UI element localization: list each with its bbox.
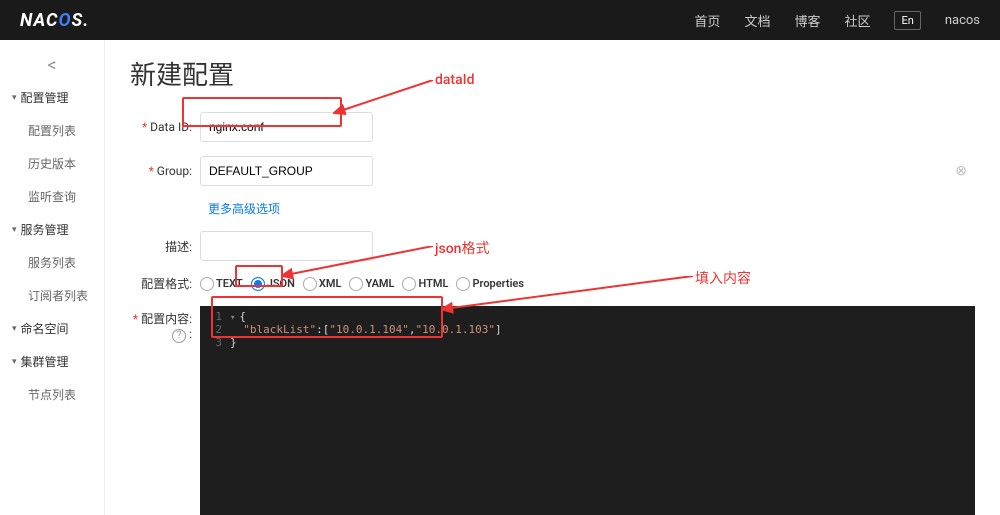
sidebar-item-listen[interactable]: 监听查询 bbox=[0, 180, 104, 213]
editor-line: 2 "blackList":["10.0.1.104","10.0.1.103"… bbox=[200, 323, 975, 336]
sidebar-item-service-list[interactable]: 服务列表 bbox=[0, 246, 104, 279]
dataid-input[interactable] bbox=[200, 112, 373, 142]
group-input[interactable] bbox=[200, 156, 373, 186]
top-nav: 首页 文档 博客 社区 En nacos bbox=[694, 11, 980, 30]
editor-line: 1▾{ bbox=[200, 310, 975, 323]
radio-label: HTML bbox=[418, 277, 448, 290]
radio-icon bbox=[402, 277, 416, 291]
lang-switch[interactable]: En bbox=[894, 11, 920, 30]
desc-input[interactable] bbox=[200, 231, 373, 261]
code-text: } bbox=[230, 336, 237, 349]
radio-icon bbox=[303, 277, 317, 291]
format-radio-yaml[interactable]: YAML bbox=[349, 277, 394, 291]
page-title: 新建配置 bbox=[130, 55, 975, 92]
code-text: ▾{ bbox=[230, 310, 246, 323]
help-icon[interactable]: ? bbox=[172, 329, 186, 343]
sidebar-group-cluster[interactable]: 集群管理 bbox=[0, 345, 104, 378]
format-radio-text[interactable]: TEXT bbox=[200, 277, 243, 291]
nav-community[interactable]: 社区 bbox=[844, 11, 870, 30]
line-number: 3 bbox=[200, 336, 230, 349]
line-number: 1 bbox=[200, 310, 230, 323]
nav-docs[interactable]: 文档 bbox=[744, 11, 770, 30]
format-radio-json[interactable]: JSON bbox=[251, 277, 295, 291]
top-bar: NACOS. 首页 文档 博客 社区 En nacos bbox=[0, 0, 1000, 40]
clear-icon[interactable]: ⊗ bbox=[955, 163, 967, 179]
nav-home[interactable]: 首页 bbox=[694, 11, 720, 30]
main-content: 新建配置 Data ID: Group: ⊗ 更多高级选项 描述: 配置格式: … bbox=[105, 40, 1000, 515]
format-label: 配置格式: bbox=[130, 275, 200, 292]
radio-label: TEXT bbox=[216, 277, 243, 290]
format-radio-html[interactable]: HTML bbox=[402, 277, 448, 291]
sidebar-item-history[interactable]: 历史版本 bbox=[0, 147, 104, 180]
collapse-sidebar-icon[interactable]: < bbox=[0, 50, 104, 81]
line-number: 2 bbox=[200, 323, 230, 336]
radio-icon bbox=[251, 277, 265, 291]
advanced-options-link[interactable]: 更多高级选项 bbox=[208, 200, 975, 217]
radio-label: XML bbox=[319, 277, 342, 290]
radio-icon bbox=[349, 277, 363, 291]
code-editor[interactable]: 1▾{2 "blackList":["10.0.1.104","10.0.1.1… bbox=[200, 306, 975, 515]
sidebar-item-config-list[interactable]: 配置列表 bbox=[0, 114, 104, 147]
content-label: 配置内容:? : bbox=[130, 306, 200, 343]
nav-user[interactable]: nacos bbox=[945, 13, 980, 28]
editor-line: 3} bbox=[200, 336, 975, 349]
sidebar-group-config[interactable]: 配置管理 bbox=[0, 81, 104, 114]
sidebar-group-service[interactable]: 服务管理 bbox=[0, 213, 104, 246]
dataid-label: Data ID: bbox=[130, 120, 200, 134]
radio-label: Properties bbox=[472, 277, 524, 290]
format-radio-xml[interactable]: XML bbox=[303, 277, 342, 291]
radio-label: JSON bbox=[267, 277, 295, 290]
format-radio-properties[interactable]: Properties bbox=[456, 277, 524, 291]
logo: NACOS. bbox=[20, 10, 89, 31]
desc-label: 描述: bbox=[130, 238, 200, 255]
sidebar: < 配置管理 配置列表 历史版本 监听查询 服务管理 服务列表 订阅者列表 命名… bbox=[0, 40, 105, 515]
radio-icon bbox=[200, 277, 214, 291]
sidebar-group-namespace[interactable]: 命名空间 bbox=[0, 312, 104, 345]
format-radios: TEXT JSON XML YAML HTML Properties bbox=[200, 277, 524, 291]
radio-label: YAML bbox=[365, 277, 394, 290]
nav-blog[interactable]: 博客 bbox=[794, 11, 820, 30]
group-label: Group: bbox=[130, 164, 200, 178]
sidebar-item-nodes[interactable]: 节点列表 bbox=[0, 378, 104, 411]
sidebar-item-subscribers[interactable]: 订阅者列表 bbox=[0, 279, 104, 312]
code-text: "blackList":["10.0.1.104","10.0.1.103"] bbox=[230, 323, 502, 336]
radio-icon bbox=[456, 277, 470, 291]
